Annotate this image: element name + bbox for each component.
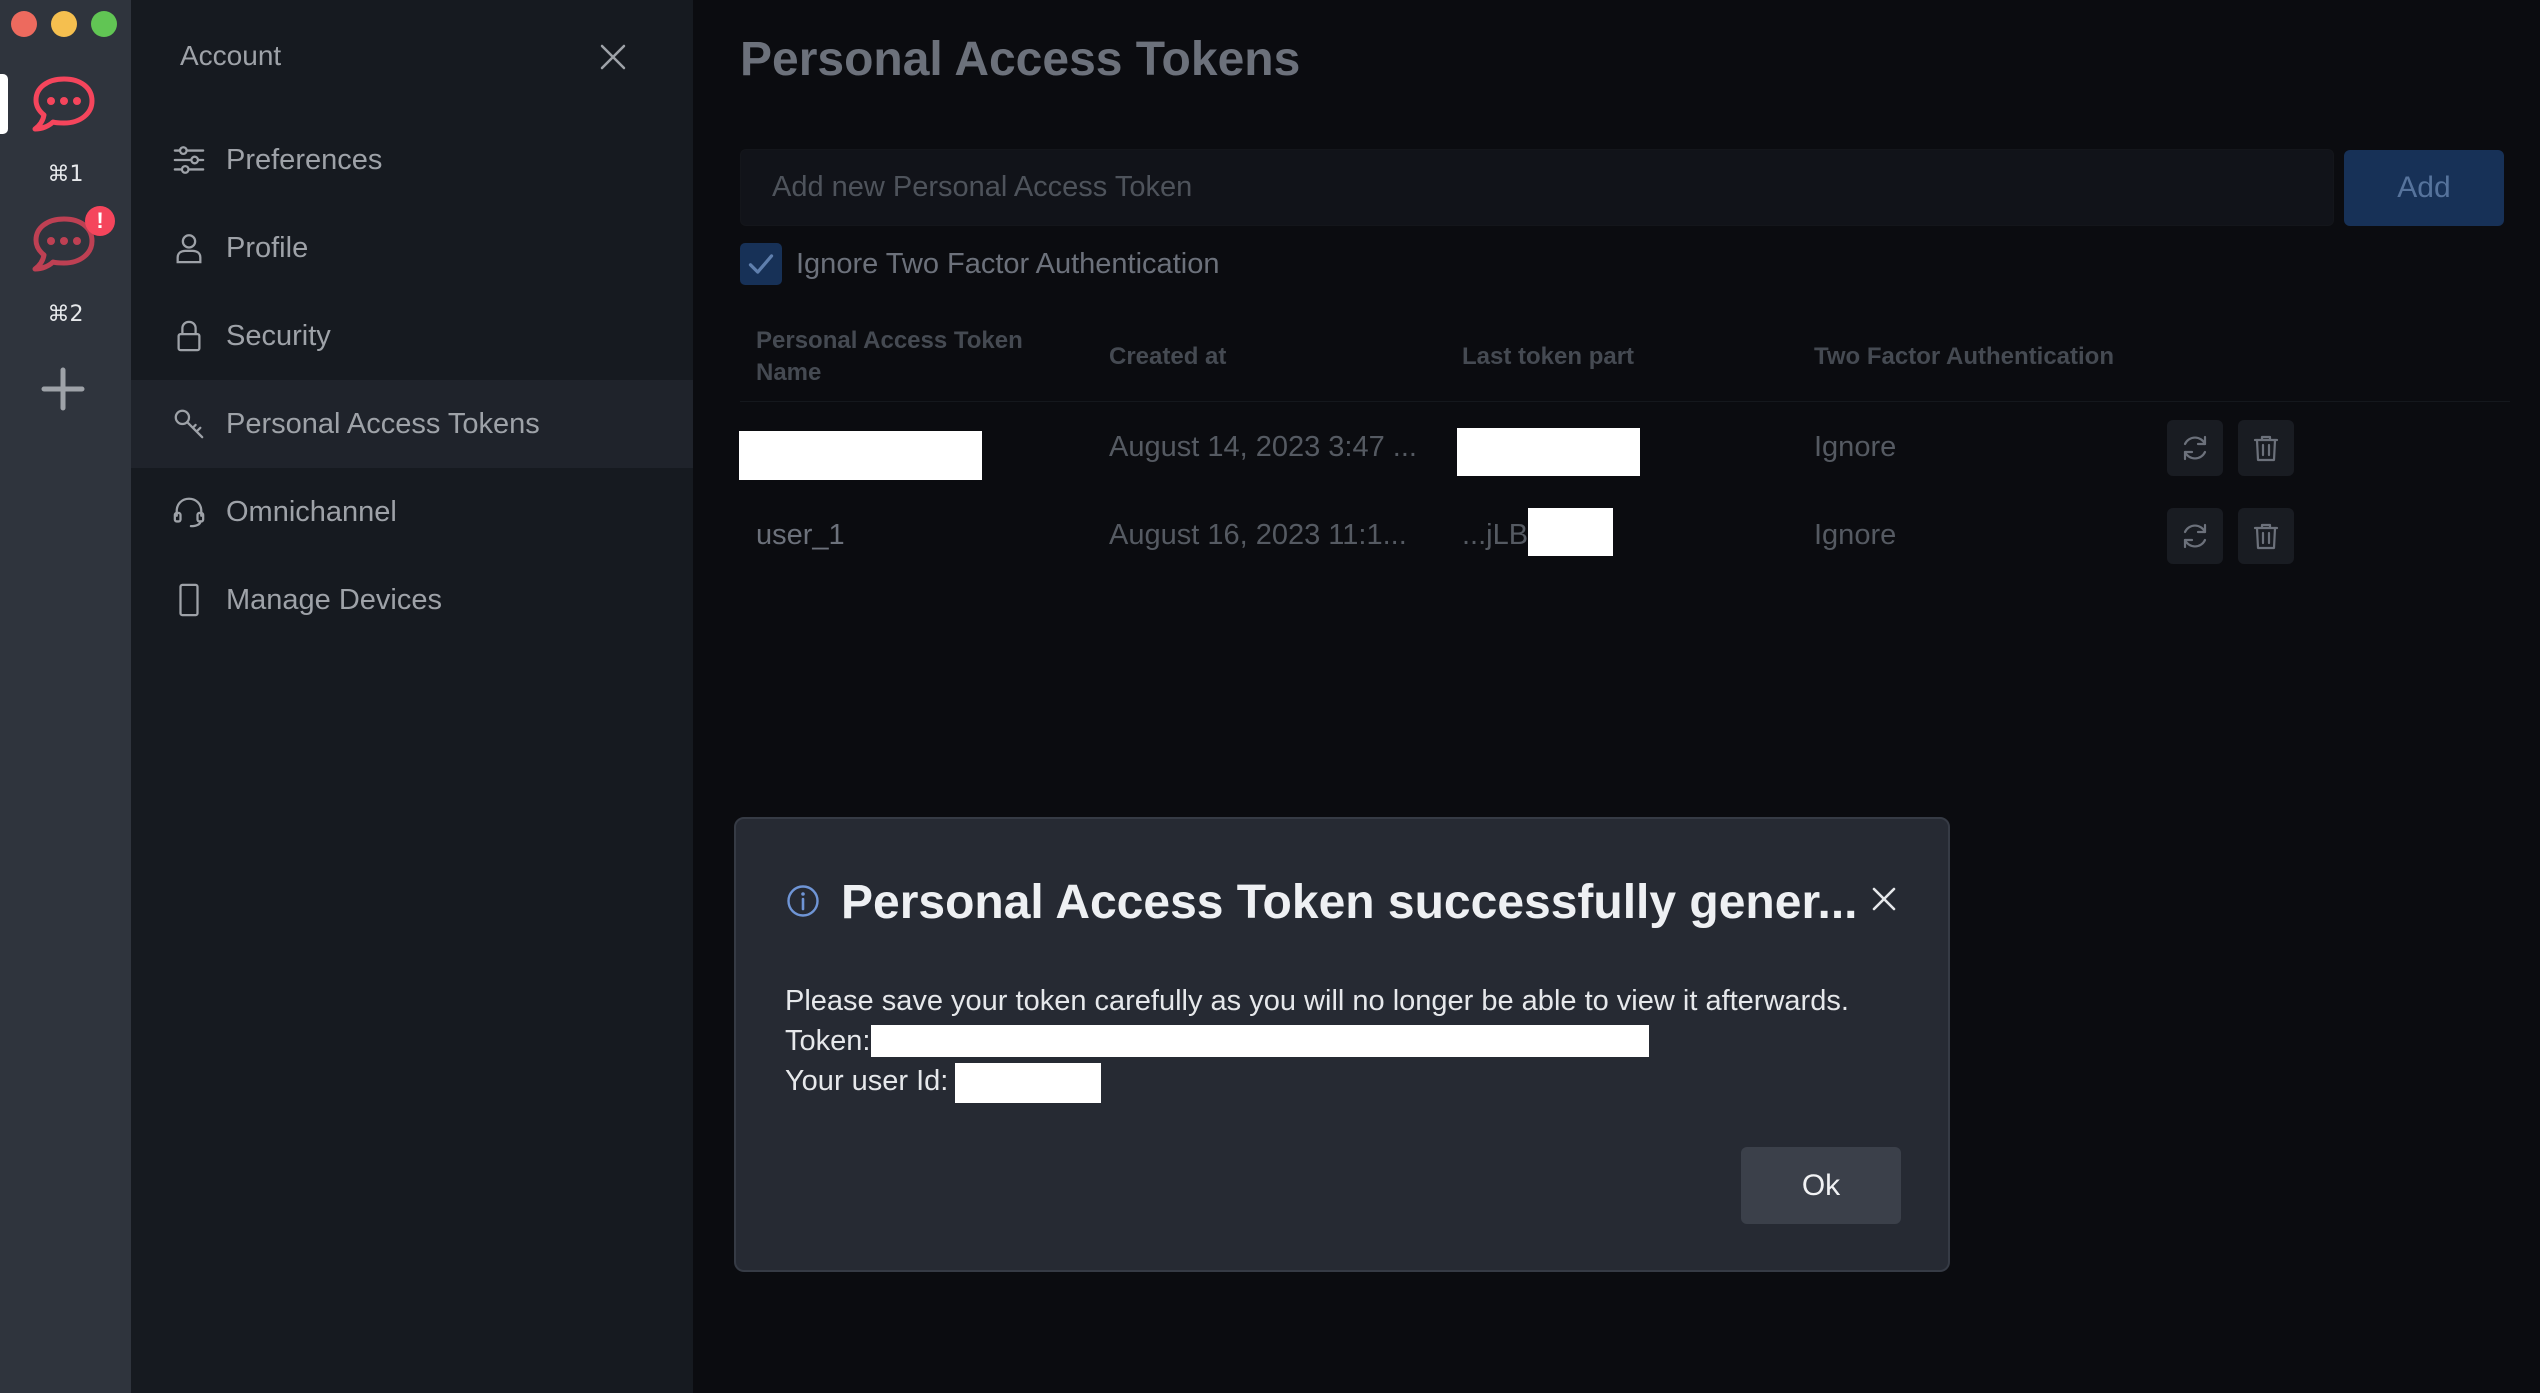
user-icon	[171, 230, 207, 266]
modal-close-button[interactable]	[1867, 882, 1901, 916]
regenerate-token-button[interactable]	[2167, 420, 2223, 476]
row-created-at: August 14, 2023 3:47 ...	[1109, 431, 1417, 463]
headset-icon	[171, 494, 207, 530]
sidebar-item-manage-devices[interactable]: Manage Devices	[131, 556, 693, 644]
row-two-factor: Ignore	[1814, 519, 1897, 551]
sidebar-title: Account	[180, 40, 282, 71]
refresh-icon	[2183, 523, 2207, 549]
server-1-shortcut: ⌘1	[47, 162, 84, 187]
column-header-created-at: Created at	[1109, 343, 1227, 370]
sidebar-item-label: Personal Access Tokens	[226, 407, 540, 440]
mobile-icon	[171, 582, 207, 618]
ignore-2fa-checkbox[interactable]	[740, 243, 782, 285]
row-last-token-part: ...jLB	[1462, 519, 1529, 551]
rocketchat-logo-icon	[32, 76, 95, 132]
key-icon	[171, 406, 207, 442]
new-token-name-input[interactable]	[740, 149, 2334, 226]
token-label: Token:	[785, 1025, 871, 1057]
sidebar-item-label: Omnichannel	[226, 495, 397, 528]
sidebar-item-preferences[interactable]: Preferences	[131, 116, 693, 204]
active-server-indicator	[0, 74, 8, 134]
window-close-button[interactable]	[11, 11, 37, 37]
server-2-alert-badge: !	[85, 206, 115, 236]
sidebar-item-label: Profile	[226, 231, 309, 264]
page-title: Personal Access Tokens	[740, 33, 1301, 86]
close-icon	[600, 44, 626, 70]
sidebar-item-omnichannel[interactable]: Omnichannel	[131, 468, 693, 556]
sidebar-item-label: Security	[226, 319, 331, 352]
delete-token-button[interactable]	[2238, 420, 2294, 476]
account-sidebar: Account Preferences Profile Security Per…	[131, 0, 693, 1393]
window-zoom-button[interactable]	[91, 11, 117, 37]
column-header-two-factor: Two Factor Authentication	[1814, 343, 2114, 370]
user-id-line: Your user Id:	[785, 1061, 1849, 1101]
sidebar-item-profile[interactable]: Profile	[131, 204, 693, 292]
server-2-shortcut: ⌘2	[47, 302, 84, 327]
redacted-last-token-part	[1457, 428, 1640, 476]
trash-icon	[2253, 435, 2279, 462]
ok-button[interactable]: Ok	[1741, 1147, 1901, 1224]
info-icon	[786, 884, 820, 918]
user-id-label: Your user Id:	[785, 1065, 949, 1097]
sidebar-close-button[interactable]	[596, 40, 630, 74]
window-minimize-button[interactable]	[51, 11, 77, 37]
sliders-icon	[171, 142, 207, 178]
server-1-button[interactable]	[31, 73, 97, 135]
redacted-token-name	[739, 431, 982, 480]
row-two-factor: Ignore	[1814, 431, 1897, 463]
add-token-button[interactable]: Add	[2344, 150, 2504, 226]
modal-message: Please save your token carefully as you …	[785, 985, 1849, 1017]
regenerate-token-button[interactable]	[2167, 508, 2223, 564]
checkmark-icon	[748, 254, 774, 274]
sidebar-item-label: Manage Devices	[226, 583, 442, 616]
server-rail: ⌘1 ! ⌘2	[0, 0, 131, 1393]
redacted-user-id-value	[955, 1063, 1101, 1103]
header-divider	[740, 401, 2510, 402]
delete-token-button[interactable]	[2238, 508, 2294, 564]
lock-icon	[171, 318, 207, 354]
row-token-name: user_1	[756, 519, 845, 551]
modal-title: Personal Access Token successfully gener…	[841, 876, 1858, 929]
plus-icon	[41, 367, 85, 411]
close-icon	[1872, 887, 1896, 911]
sidebar-item-personal-access-tokens[interactable]: Personal Access Tokens	[131, 380, 693, 468]
row-created-at: August 16, 2023 11:1...	[1109, 519, 1407, 551]
sidebar-item-label: Preferences	[226, 143, 383, 176]
token-created-modal: Personal Access Token successfully gener…	[734, 817, 1950, 1272]
add-server-button[interactable]	[40, 366, 86, 412]
refresh-icon	[2183, 435, 2207, 461]
ignore-2fa-label: Ignore Two Factor Authentication	[796, 248, 1220, 280]
column-header-name: Personal Access Token Name	[756, 327, 1023, 386]
column-header-last-token-part: Last token part	[1462, 343, 1635, 370]
trash-icon	[2253, 523, 2279, 550]
redacted-last-token-part	[1528, 508, 1613, 556]
sidebar-item-security[interactable]: Security	[131, 292, 693, 380]
redacted-token-value	[871, 1025, 1649, 1057]
